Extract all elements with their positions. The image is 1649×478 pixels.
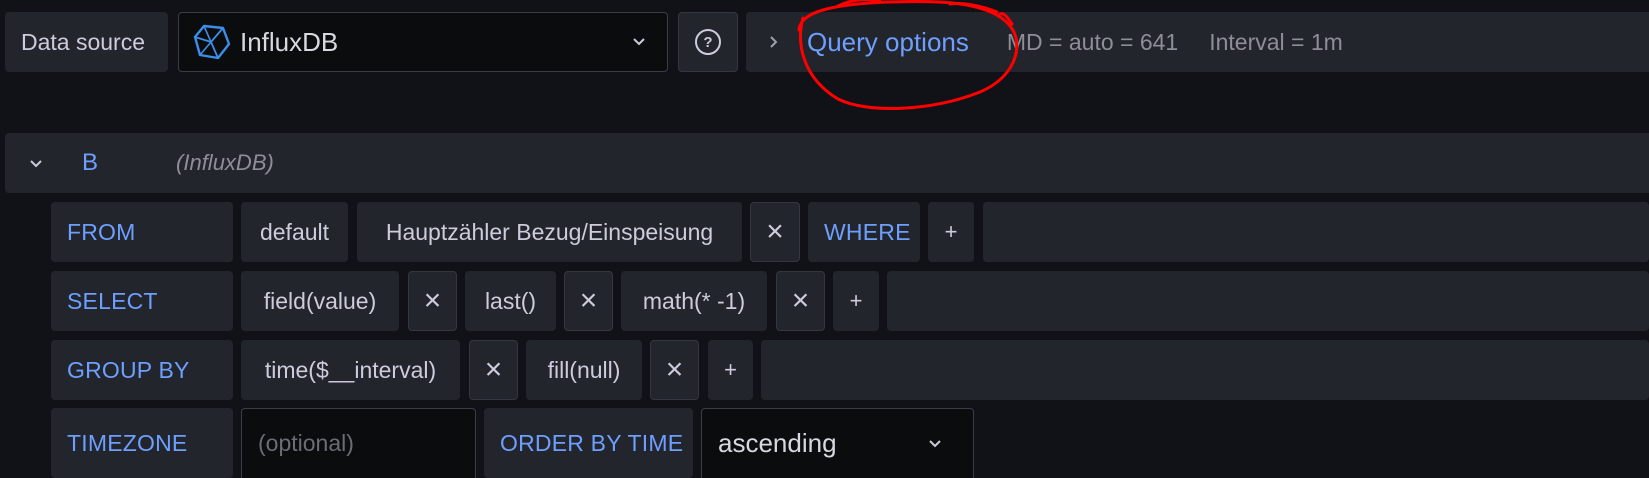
- query-header[interactable]: B (InfluxDB): [5, 133, 1649, 193]
- add-icon[interactable]: +: [708, 340, 753, 400]
- from-policy[interactable]: default: [241, 202, 348, 262]
- add-icon[interactable]: +: [928, 202, 974, 262]
- add-icon[interactable]: +: [833, 271, 879, 331]
- select-keyword: SELECT: [51, 271, 233, 331]
- remove-glyph: ×: [484, 353, 503, 386]
- group-by-fill[interactable]: fill(null): [526, 340, 642, 400]
- select-field[interactable]: field(value): [241, 271, 399, 331]
- remove-icon[interactable]: ×: [650, 340, 699, 400]
- group-by-row-filler: [761, 340, 1649, 400]
- remove-glyph: ×: [766, 215, 784, 248]
- from-measurement[interactable]: Hauptzähler Bezug/Einspeisung: [357, 202, 742, 262]
- group-by-keyword: GROUP BY: [51, 340, 233, 400]
- remove-glyph: ×: [579, 284, 598, 317]
- add-glyph: +: [724, 357, 737, 382]
- remove-icon[interactable]: ×: [469, 340, 518, 400]
- select-row-filler: [887, 271, 1649, 331]
- chevron-down-icon: [927, 437, 943, 449]
- add-glyph: +: [944, 219, 958, 244]
- add-glyph: +: [849, 288, 863, 313]
- red-annotation-circle: [797, 0, 1019, 110]
- remove-icon[interactable]: ×: [564, 271, 613, 331]
- remove-icon[interactable]: ×: [776, 271, 825, 331]
- order-by-value: ascending: [718, 428, 837, 458]
- timezone-keyword: TIMEZONE: [51, 408, 233, 478]
- query-ref-id[interactable]: B: [82, 149, 98, 177]
- timezone-input[interactable]: (optional): [241, 408, 476, 478]
- collapse-chevron-icon[interactable]: [28, 157, 44, 169]
- select-math[interactable]: math(* -1): [621, 271, 767, 331]
- from-keyword: FROM: [51, 202, 233, 262]
- remove-glyph: ×: [665, 353, 684, 386]
- order-by-time-keyword: ORDER BY TIME: [484, 408, 693, 478]
- remove-glyph: ×: [791, 284, 810, 317]
- remove-icon[interactable]: ×: [750, 202, 800, 262]
- remove-glyph: ×: [423, 284, 442, 317]
- where-keyword: WHERE: [808, 202, 920, 262]
- group-by-time[interactable]: time($__interval): [241, 340, 460, 400]
- remove-icon[interactable]: ×: [408, 271, 457, 331]
- order-by-select[interactable]: ascending: [701, 408, 974, 478]
- timezone-placeholder: (optional): [258, 430, 354, 456]
- select-aggregation[interactable]: last(): [465, 271, 556, 331]
- from-row-filler: [983, 202, 1649, 262]
- query-datasource-hint: (InfluxDB): [176, 150, 274, 175]
